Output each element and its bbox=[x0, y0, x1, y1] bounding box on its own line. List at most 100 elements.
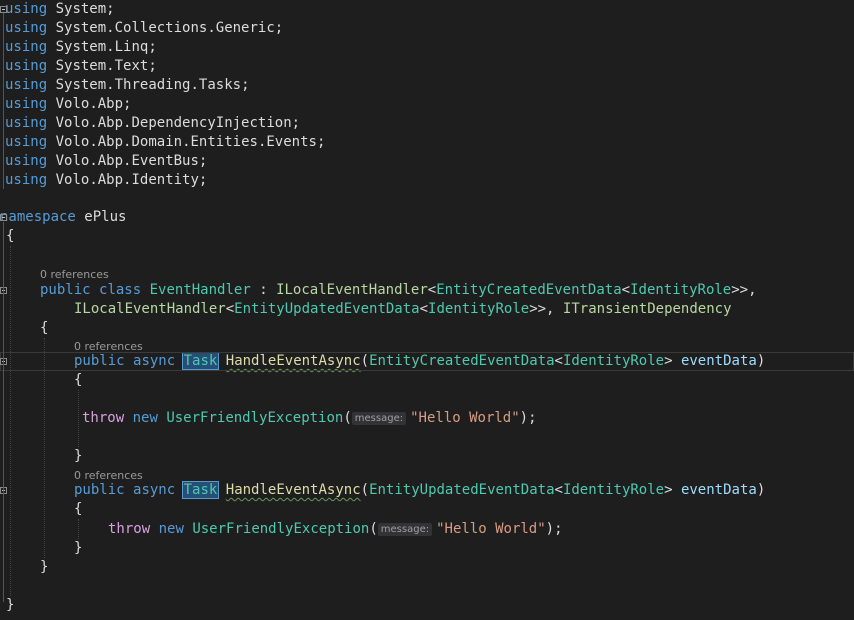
namespace-part: Identity bbox=[131, 172, 199, 188]
semicolon: ; bbox=[148, 39, 157, 55]
namespace-name: ePlus bbox=[84, 209, 127, 225]
new-keyword: new bbox=[132, 410, 158, 426]
namespace-part: System bbox=[55, 58, 107, 74]
string-literal: "Hello World" bbox=[436, 521, 546, 537]
namespace-part: System bbox=[55, 39, 107, 55]
namespace-part: DependencyInjection bbox=[131, 115, 292, 131]
lt: < bbox=[554, 482, 563, 498]
collapse-usings-icon[interactable] bbox=[0, 6, 7, 13]
method2-throw-line[interactable]: throw new UserFriendlyException(message:… bbox=[108, 520, 854, 539]
method1-close-brace: } bbox=[74, 448, 83, 464]
namespace-part: Linq bbox=[114, 39, 149, 55]
class-codelens-references[interactable]: 0 references bbox=[40, 268, 109, 281]
namespace-part: System bbox=[55, 1, 107, 17]
using-keyword: using bbox=[5, 115, 48, 131]
using-keyword: using bbox=[5, 134, 48, 150]
interface-name: ILocalEventHandler bbox=[276, 282, 428, 298]
using-directive[interactable]: using Volo.Abp.EventBus; bbox=[5, 152, 854, 171]
async-keyword: async bbox=[133, 482, 176, 498]
method2-open-brace: { bbox=[74, 501, 83, 517]
using-keyword: using bbox=[5, 1, 48, 17]
dot: . bbox=[190, 77, 199, 93]
class-name: EventHandler bbox=[149, 282, 251, 298]
using-directive[interactable]: using System.Text; bbox=[5, 57, 854, 76]
method-name[interactable]: HandleEventAsync bbox=[226, 353, 361, 369]
semicolon: ; bbox=[241, 77, 250, 93]
public-keyword: public bbox=[74, 353, 125, 369]
using-directive[interactable]: using System.Collections.Generic; bbox=[5, 19, 854, 38]
namespace-close-brace: } bbox=[6, 597, 15, 613]
class-declaration-continuation[interactable]: ILocalEventHandler<EntityUpdatedEventDat… bbox=[74, 300, 854, 319]
task-type[interactable]: Task bbox=[181, 352, 220, 370]
namespace-line[interactable]: namespace ePlus bbox=[0, 208, 854, 227]
dot: . bbox=[182, 134, 191, 150]
type-role: IdentityRole bbox=[562, 482, 665, 498]
method2-close-brace: } bbox=[74, 540, 83, 556]
exception-type: UserFriendlyException bbox=[166, 410, 344, 426]
class-declaration-line[interactable]: public class EventHandler : ILocalEventH… bbox=[40, 281, 854, 300]
using-directive[interactable]: using Volo.Abp.DependencyInjection; bbox=[5, 114, 854, 133]
dot: . bbox=[106, 39, 115, 55]
method1-signature-line[interactable]: public async Task HandleEventAsync(Entit… bbox=[0, 352, 854, 371]
semicolon: ; bbox=[291, 115, 301, 131]
gt: >> bbox=[529, 301, 547, 317]
using-directive[interactable]: using System.Linq; bbox=[5, 38, 854, 57]
semicolon: ; bbox=[148, 58, 157, 74]
using-directive[interactable]: using System.Threading.Tasks; bbox=[5, 76, 854, 95]
using-directive[interactable]: using Volo.Abp.Domain.Entities.Events; bbox=[5, 133, 854, 152]
method1-throw-line[interactable]: throw new UserFriendlyException(message:… bbox=[82, 409, 854, 428]
statement-end: ); bbox=[545, 521, 563, 537]
collapse-namespace-icon[interactable] bbox=[0, 214, 7, 221]
dot: . bbox=[106, 20, 115, 36]
param-name: eventData bbox=[680, 353, 757, 369]
throw-keyword: throw bbox=[82, 410, 125, 426]
class-close-brace: } bbox=[40, 559, 49, 575]
lt: < bbox=[225, 301, 235, 317]
method-name[interactable]: HandleEventAsync bbox=[226, 482, 361, 498]
lt: < bbox=[427, 282, 437, 298]
namespace-part: System bbox=[55, 77, 107, 93]
string-literal: "Hello World" bbox=[410, 410, 520, 426]
namespace-part: Volo bbox=[55, 153, 90, 169]
namespace-part: Entities bbox=[190, 134, 258, 150]
using-keyword: using bbox=[5, 96, 48, 112]
class-open-brace: { bbox=[40, 320, 49, 336]
paren: ( bbox=[360, 353, 370, 369]
lt: < bbox=[419, 301, 429, 317]
throw-keyword: throw bbox=[108, 521, 151, 537]
dot: . bbox=[207, 20, 216, 36]
namespace-part: Abp bbox=[97, 115, 124, 131]
semicolon: ; bbox=[106, 1, 115, 17]
using-directive[interactable]: using Volo.Abp; bbox=[5, 95, 854, 114]
parameter-hint: message: bbox=[351, 412, 407, 425]
type-role: IdentityRole bbox=[562, 353, 665, 369]
paren: ( bbox=[360, 482, 370, 498]
public-keyword: public bbox=[40, 282, 91, 298]
namespace-part: EventBus bbox=[131, 153, 199, 169]
exception-type: UserFriendlyException bbox=[192, 521, 370, 537]
namespace-keyword: namespace bbox=[0, 209, 76, 225]
indent-guide bbox=[10, 246, 11, 596]
type-role: IdentityRole bbox=[428, 301, 530, 317]
colon: : bbox=[250, 282, 277, 298]
gt: >> bbox=[731, 282, 749, 298]
method2-signature-line[interactable]: public async Task HandleEventAsync(Entit… bbox=[74, 481, 854, 500]
interface-name: ILocalEventHandler bbox=[74, 301, 226, 317]
using-directive[interactable]: using Volo.Abp.Identity; bbox=[5, 171, 854, 190]
namespace-part: Domain bbox=[131, 134, 183, 150]
type-created: EntityCreatedEventData bbox=[436, 282, 622, 298]
using-keyword: using bbox=[5, 172, 48, 188]
using-keyword: using bbox=[5, 20, 48, 36]
async-keyword: async bbox=[133, 353, 176, 369]
namespace-part: Events bbox=[266, 134, 317, 150]
namespace-part: Generic bbox=[215, 20, 275, 36]
dot: . bbox=[89, 153, 98, 169]
using-directive[interactable]: using System; bbox=[5, 0, 854, 19]
class-keyword: class bbox=[99, 282, 142, 298]
dot: . bbox=[89, 115, 98, 131]
indent-guide bbox=[78, 519, 79, 539]
dot: . bbox=[89, 96, 98, 112]
namespace-part: Volo bbox=[55, 96, 90, 112]
namespace-open-brace: { bbox=[6, 228, 15, 244]
task-type[interactable]: Task bbox=[181, 481, 220, 499]
